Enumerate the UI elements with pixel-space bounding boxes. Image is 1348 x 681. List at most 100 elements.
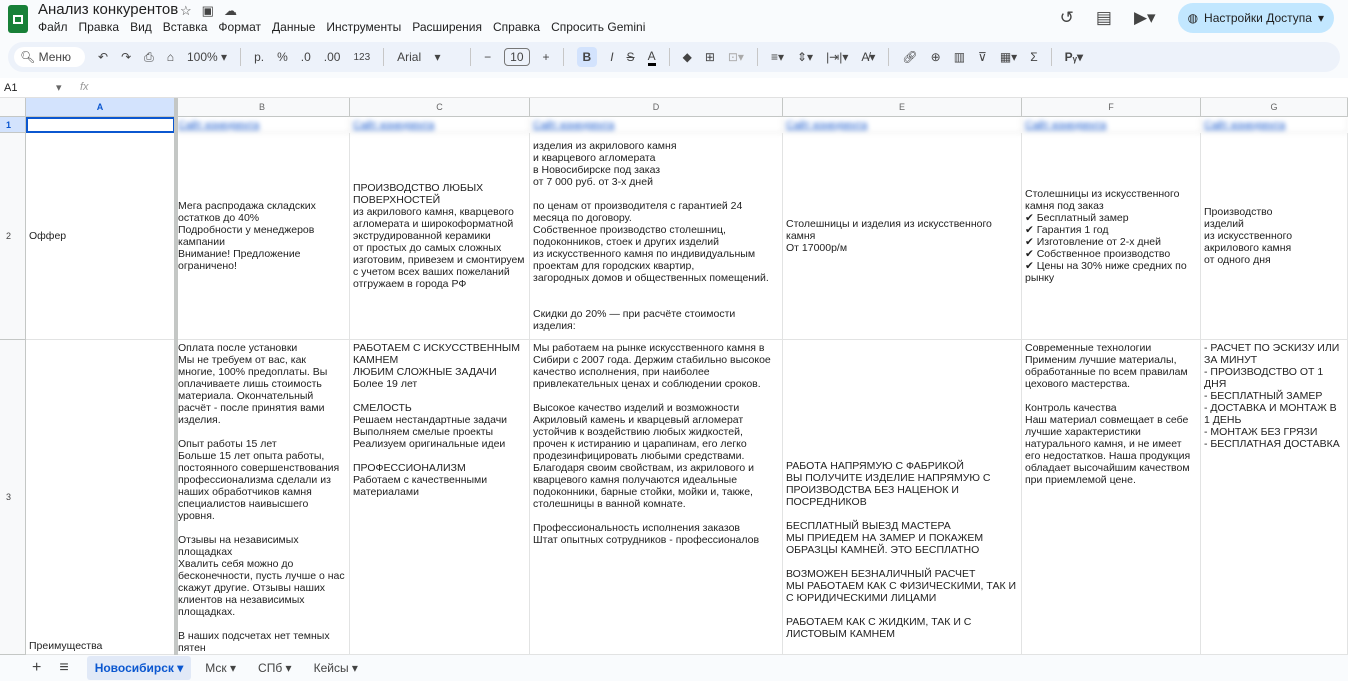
italic-button[interactable]: I: [610, 50, 613, 64]
select-all-corner[interactable]: [0, 98, 26, 117]
sheet-tab[interactable]: Мск ▾: [197, 656, 244, 680]
sheet-tab[interactable]: Кейсы ▾: [306, 656, 366, 680]
borders-icon[interactable]: ⊞: [705, 50, 715, 64]
cell-g1[interactable]: Сайт конкурента: [1201, 117, 1348, 133]
cell-text: Сайт конкурента: [533, 118, 615, 131]
cell-f1[interactable]: Сайт конкурента: [1022, 117, 1201, 133]
cell-g3[interactable]: - РАСЧЕТ ПО ЭСКИЗУ ИЛИ ЗА МИНУТ - ПРОИЗВ…: [1201, 340, 1348, 655]
spreadsheet-grid[interactable]: A B C D E F G 1 Сайт конкурента Сайт конкурента Са…: [0, 98, 1348, 655]
print-icon[interactable]: ⎙: [144, 50, 154, 65]
column-header-e[interactable]: E: [783, 98, 1022, 117]
menu-item[interactable]: Формат: [218, 20, 261, 34]
more-formats-button[interactable]: 123: [353, 52, 370, 63]
formula-input[interactable]: [100, 80, 1340, 96]
filter-views-icon[interactable]: ▦▾: [1000, 50, 1017, 64]
chart-icon[interactable]: ▥: [954, 50, 965, 64]
cell-c2[interactable]: ПРОИЗВОДСТВО ЛЮБЫХ ПОВЕРХНОСТЕЙ из акрил…: [350, 133, 530, 340]
font-size-decrease[interactable]: −: [484, 50, 491, 64]
cell-b1[interactable]: Сайт конкурента: [175, 117, 350, 133]
text-color-button[interactable]: A: [647, 49, 656, 66]
percent-button[interactable]: %: [277, 50, 288, 64]
menu-item[interactable]: Файл: [38, 20, 68, 34]
menu-search[interactable]: 🔍︎ Меню: [14, 47, 86, 67]
meet-icon[interactable]: ▶▾: [1134, 8, 1156, 28]
menu-item[interactable]: Инструменты: [326, 20, 401, 34]
name-box[interactable]: A1: [4, 82, 17, 94]
menu-item[interactable]: Данные: [272, 20, 315, 34]
cell-b3[interactable]: Оплата после установки Мы не требуем от …: [175, 340, 350, 655]
font-size-increase[interactable]: +: [543, 50, 550, 64]
menu-item[interactable]: Вид: [130, 20, 152, 34]
font-size-input[interactable]: 10: [504, 48, 530, 66]
column-header-d[interactable]: D: [530, 98, 783, 117]
filter-icon[interactable]: ⊽: [978, 50, 987, 64]
cell-text: Сайт конкурента: [178, 118, 260, 131]
cell-f2[interactable]: Столешницы из искусственного камня под з…: [1022, 133, 1201, 340]
sheet-tab[interactable]: Новосибирск ▾: [86, 656, 192, 680]
freeze-column-handle[interactable]: [174, 98, 178, 655]
move-folder-icon[interactable]: ▣: [202, 3, 224, 18]
cell-e3[interactable]: РАБОТА НАПРЯМУЮ С ФАБРИКОЙ ВЫ ПОЛУЧИТЕ И…: [783, 340, 1022, 655]
cell-a2[interactable]: Оффер: [26, 133, 175, 340]
column-header-a[interactable]: A: [26, 98, 175, 117]
fill-color-icon[interactable]: ◆: [683, 50, 692, 64]
cell-a3[interactable]: Преимущества: [26, 340, 175, 655]
cell-e2[interactable]: Столешницы и изделия из искусственного к…: [783, 133, 1022, 340]
cell-d2[interactable]: изделия из акрилового камня и кварцевого…: [530, 133, 783, 340]
cell-f3[interactable]: Современные технологии Применим лучшие м…: [1022, 340, 1201, 655]
column-header-b[interactable]: B: [175, 98, 350, 117]
star-icon[interactable]: ☆: [180, 3, 202, 18]
increase-decimal-button[interactable]: .00: [324, 50, 341, 64]
font-select[interactable]: Arial ▾: [397, 50, 457, 64]
align-icon[interactable]: ≡▾: [771, 50, 784, 64]
row-header-3[interactable]: 3: [0, 340, 26, 655]
cell-d1[interactable]: Сайт конкурента: [530, 117, 783, 133]
comments-icon[interactable]: ▤: [1096, 8, 1112, 28]
cell-text: Мега распродажа складских остатков до 40…: [178, 200, 316, 272]
zoom-select[interactable]: 100% ▾: [187, 50, 227, 64]
share-button[interactable]: ◍ Настройки Доступа ▾: [1177, 3, 1334, 33]
decrease-decimal-button[interactable]: .0: [301, 50, 311, 64]
currency-button[interactable]: р.: [254, 50, 264, 64]
sheet-tab[interactable]: СПб ▾: [250, 656, 300, 680]
cell-c3[interactable]: РАБОТАЕМ С ИСКУССТВЕННЫМ КАМНЕМ ЛЮБИМ СЛ…: [350, 340, 530, 655]
strikethrough-button[interactable]: S: [627, 50, 635, 64]
doc-title[interactable]: Анализ конкурентов: [38, 1, 178, 18]
row-header-1[interactable]: 1: [0, 117, 26, 133]
chevron-down-icon[interactable]: ▾: [56, 81, 62, 94]
text-rotation-icon[interactable]: A̸▾: [861, 50, 875, 64]
input-tools-icon[interactable]: Pᵧ▾: [1065, 50, 1083, 64]
column-header-g[interactable]: G: [1201, 98, 1348, 117]
menu-item[interactable]: Правка: [79, 20, 120, 34]
cell-e1[interactable]: Сайт конкурента: [783, 117, 1022, 133]
menu-item[interactable]: Вставка: [163, 20, 208, 34]
cell-c1[interactable]: Сайт конкурента: [350, 117, 530, 133]
vertical-align-icon[interactable]: ⇕▾: [797, 50, 813, 64]
cell-b2[interactable]: Мега распродажа складских остатков до 40…: [175, 133, 350, 340]
chevron-down-icon[interactable]: ▾: [1318, 11, 1324, 25]
comment-icon[interactable]: ⊕: [931, 50, 941, 64]
functions-icon[interactable]: Σ: [1030, 50, 1037, 64]
cloud-status-icon[interactable]: ☁: [224, 3, 247, 18]
column-header-c[interactable]: C: [350, 98, 530, 117]
add-sheet-button[interactable]: +: [32, 659, 41, 677]
bold-button[interactable]: B: [576, 47, 598, 67]
cell-d3[interactable]: Мы работаем на рынке искусственного камн…: [530, 340, 783, 655]
history-icon[interactable]: ↺: [1060, 8, 1074, 28]
all-sheets-button[interactable]: ≡: [59, 659, 68, 677]
column-header-f[interactable]: F: [1022, 98, 1201, 117]
text-wrap-icon[interactable]: |⇥|▾: [826, 50, 848, 64]
menu-item[interactable]: Спросить Gemini: [551, 20, 645, 34]
paint-format-icon[interactable]: ⌂: [167, 50, 174, 64]
menu-item[interactable]: Расширения: [412, 20, 482, 34]
sheets-logo-icon[interactable]: [8, 5, 28, 33]
undo-icon[interactable]: ↶: [98, 50, 108, 64]
link-icon[interactable]: 🔗︎: [902, 50, 917, 64]
cell-text: Оффер: [29, 230, 67, 242]
cell-g2[interactable]: Производство изделий из искусственного а…: [1201, 133, 1348, 340]
merge-cells-icon[interactable]: ⊡▾: [728, 50, 744, 64]
menu-item[interactable]: Справка: [493, 20, 540, 34]
active-cell-outline[interactable]: [26, 117, 175, 133]
row-header-2[interactable]: 2: [0, 133, 26, 340]
redo-icon[interactable]: ↷: [121, 50, 131, 64]
